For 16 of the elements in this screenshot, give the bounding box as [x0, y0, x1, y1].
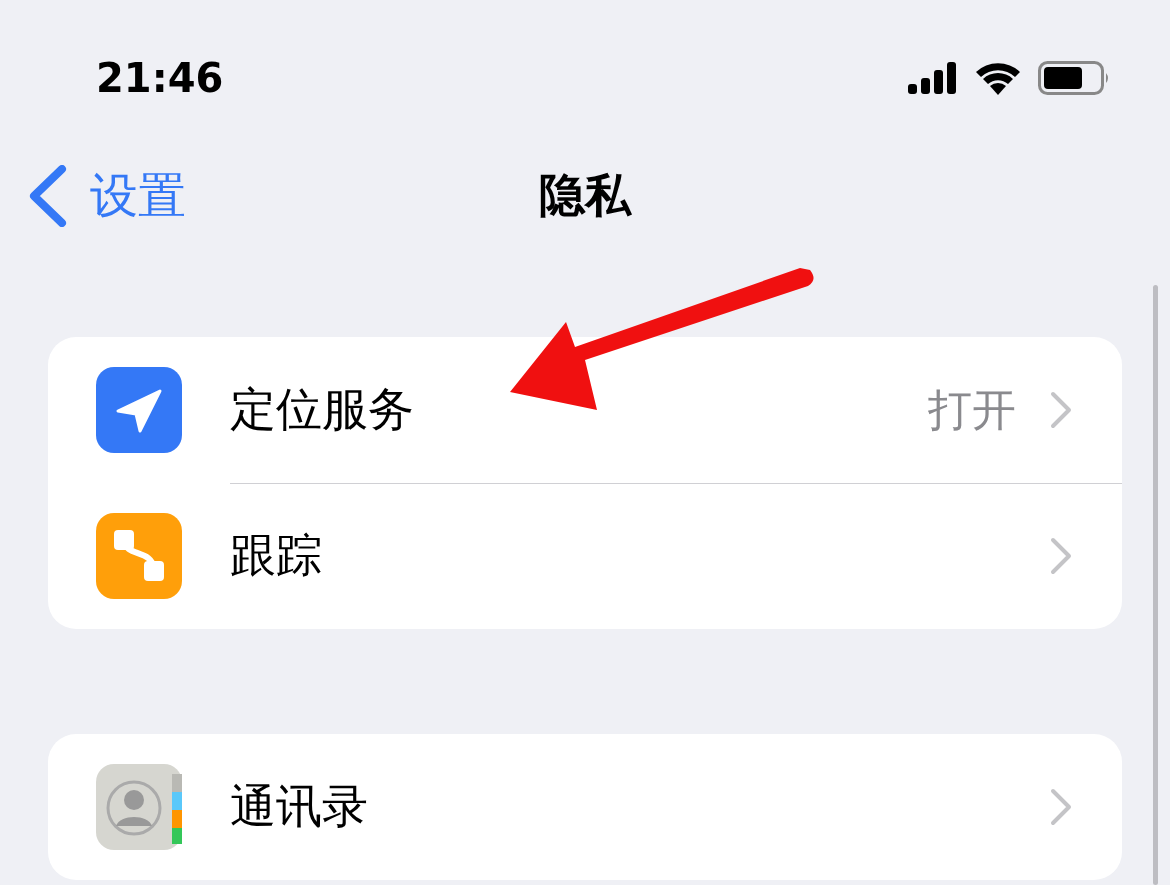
- contacts-book-icon: [96, 764, 182, 850]
- tracking-path-icon: [96, 513, 182, 599]
- chevron-right-icon: [1050, 788, 1072, 826]
- wifi-icon: [974, 61, 1022, 95]
- chevron-right-icon: [1050, 537, 1072, 575]
- settings-row-label[interactable]: 通讯录: [230, 776, 1050, 838]
- status-time: 21:46: [96, 55, 224, 101]
- chevron-right-icon: [1050, 391, 1072, 429]
- battery-icon: [1038, 61, 1110, 95]
- settings-row-value: 打开: [928, 382, 1016, 437]
- settings-row-label[interactable]: 定位服务: [230, 379, 928, 441]
- page-title: 隐私: [539, 168, 631, 222]
- settings-row-label[interactable]: 跟踪: [230, 525, 1050, 587]
- back-chevron-icon: [28, 165, 68, 227]
- back-button[interactable]: 设置: [0, 163, 192, 229]
- signal-icon: [908, 62, 958, 94]
